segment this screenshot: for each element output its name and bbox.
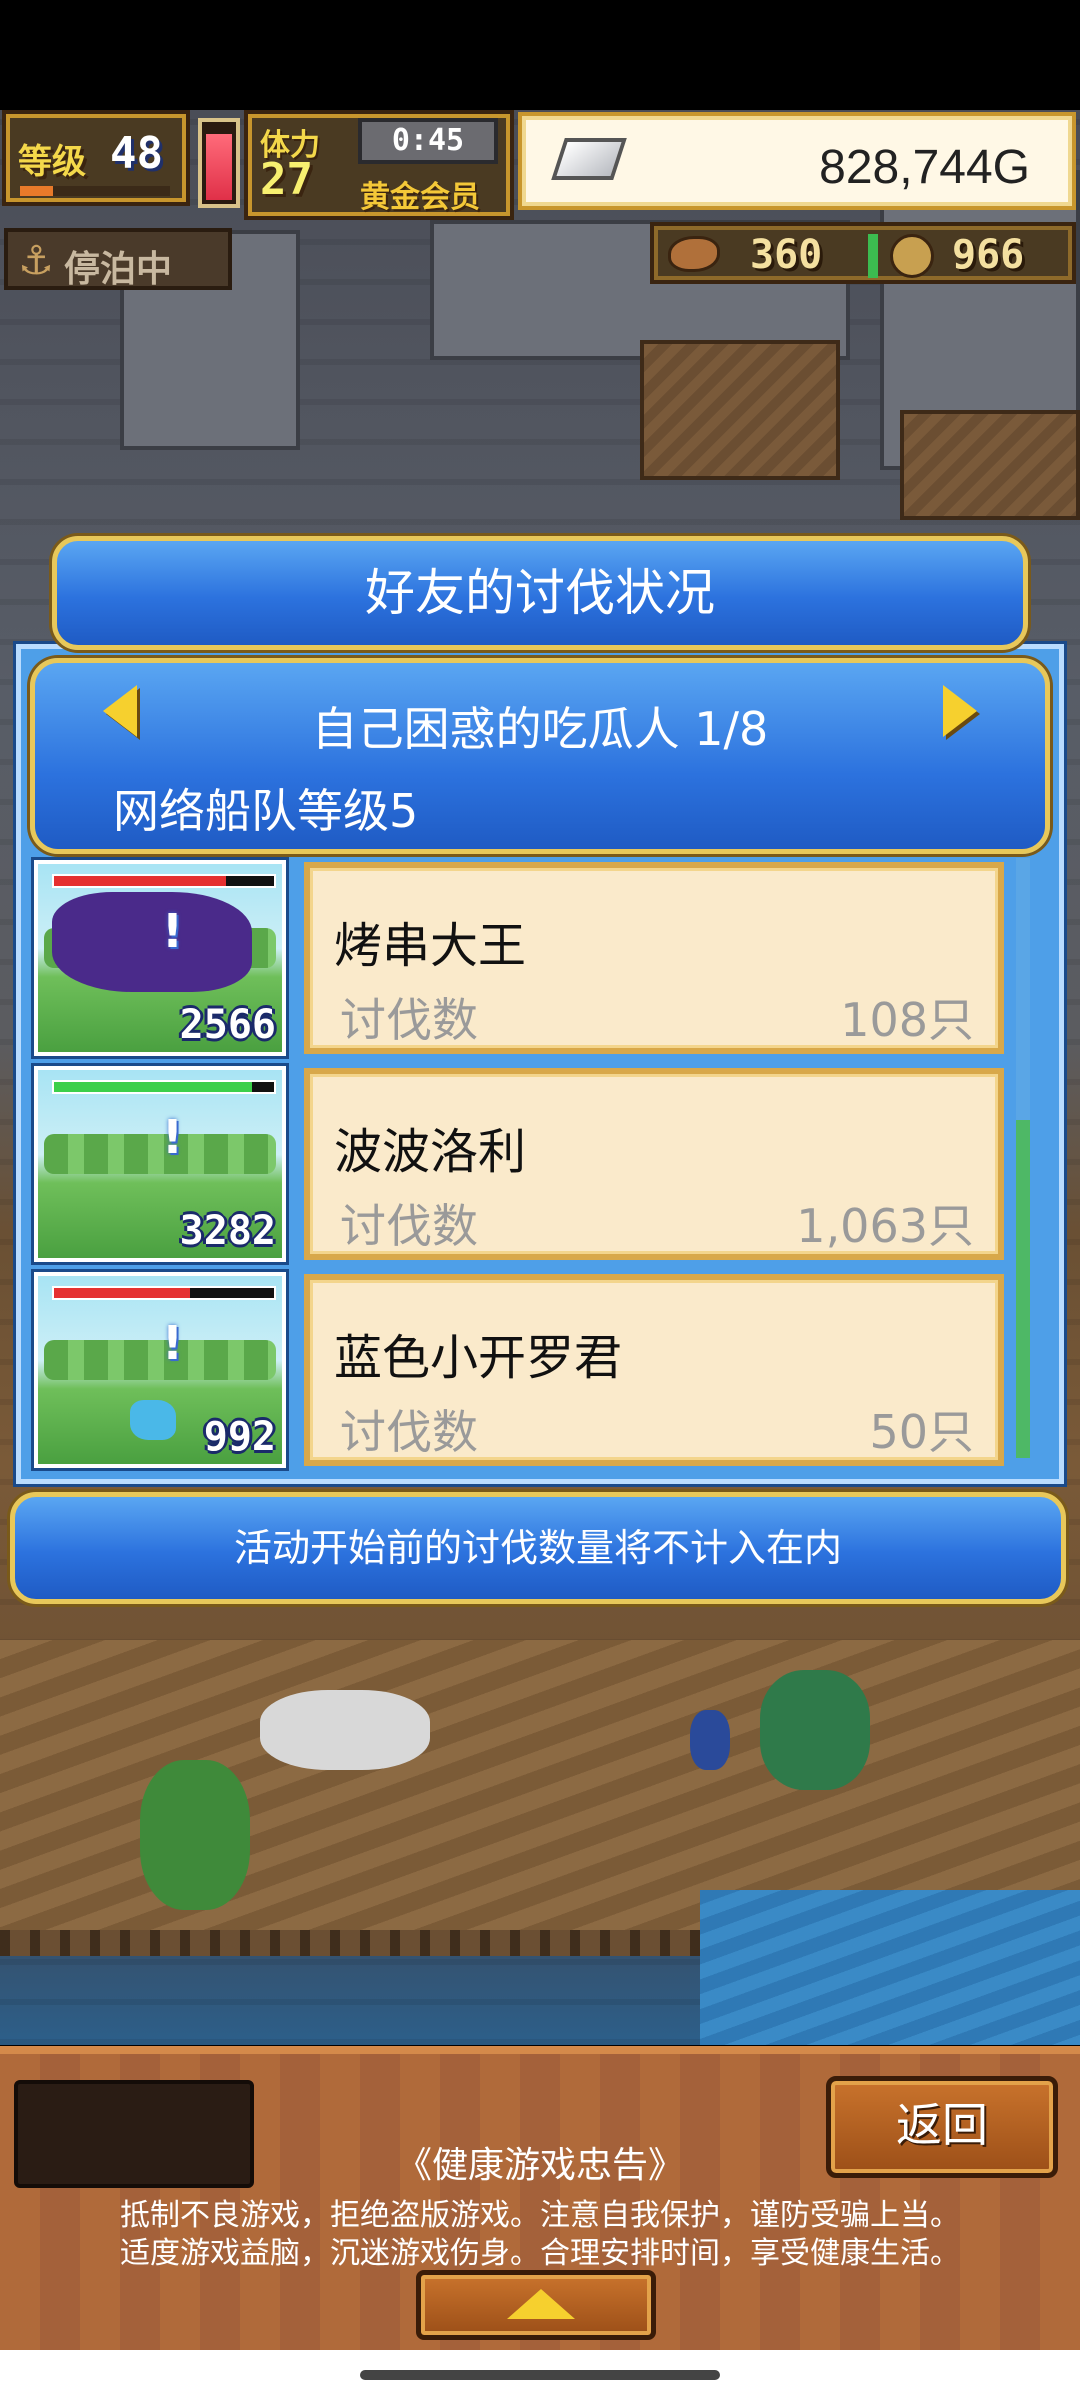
kill-count-value: 108只 bbox=[840, 993, 974, 1047]
player-character-sprite[interactable] bbox=[690, 1710, 730, 1770]
monster-hp-bar bbox=[52, 874, 276, 888]
monster-hp-fill bbox=[54, 1288, 191, 1298]
coin-value: 966 bbox=[952, 232, 1025, 278]
kill-count-value: 1,063只 bbox=[796, 1199, 974, 1253]
list-item[interactable]: ! 3282 波波洛利 讨伐数 1,063只 bbox=[32, 1064, 1032, 1264]
monster-score: 2566 bbox=[179, 1002, 276, 1048]
list-scrollbar-thumb[interactable] bbox=[1016, 1120, 1030, 1458]
friend-list[interactable]: ! 2566 烤串大王 讨伐数 108只 ! 3282 波波洛利 讨伐数 1,0… bbox=[32, 858, 1032, 1474]
dialog-title: 好友的讨伐状况 bbox=[52, 536, 1028, 650]
monster-hp-bar bbox=[52, 1286, 276, 1300]
player-header: 自己困惑的吃瓜人 1/8 网络船队等级5 bbox=[30, 658, 1050, 854]
frog-monster-sprite bbox=[140, 1760, 250, 1910]
membership-badge[interactable]: 黄金会员 bbox=[360, 172, 480, 216]
monster-hp-fill bbox=[54, 876, 226, 886]
alert-icon: ! bbox=[162, 1110, 183, 1164]
kill-count-label: 讨伐数 bbox=[340, 1405, 478, 1459]
food-value: 360 bbox=[750, 232, 823, 278]
monster-score: 3282 bbox=[179, 1208, 276, 1254]
friend-name: 烤串大王 bbox=[334, 918, 527, 974]
level-indicator: 等级 48 bbox=[2, 110, 190, 206]
money-value: 828,744G bbox=[819, 141, 1030, 194]
experience-bar bbox=[20, 186, 170, 196]
health-advice-title: 《健康游戏忠告》 bbox=[395, 2145, 684, 2186]
anchor-icon: ⚓ bbox=[18, 238, 54, 284]
kill-count-label: 讨伐数 bbox=[340, 1199, 478, 1253]
resource-divider bbox=[868, 234, 878, 278]
stamina-gauge-fill bbox=[206, 134, 232, 200]
monster-score: 992 bbox=[203, 1414, 276, 1460]
health-advice-line: 适度游戏益脑，沉迷游戏伤身。合理安排时间，享受健康生活。 bbox=[120, 2236, 960, 2271]
house-roof bbox=[900, 410, 1080, 520]
stamina-gauge bbox=[198, 118, 240, 208]
friend-card[interactable]: 烤串大王 讨伐数 108只 bbox=[304, 862, 1004, 1054]
friend-card[interactable]: 蓝色小开罗君 讨伐数 50只 bbox=[304, 1274, 1004, 1466]
friend-name: 蓝色小开罗君 bbox=[334, 1330, 623, 1386]
kill-count-label: 讨伐数 bbox=[340, 993, 478, 1047]
monster-thumbnail: ! 2566 bbox=[34, 860, 286, 1056]
alert-icon: ! bbox=[162, 904, 183, 958]
money-display: 828,744G bbox=[518, 112, 1076, 210]
monster-hp-fill bbox=[54, 1082, 252, 1092]
friend-name: 波波洛利 bbox=[334, 1124, 527, 1180]
ship-railing bbox=[0, 1930, 760, 1956]
blue-creature-icon bbox=[130, 1400, 176, 1440]
house-roof bbox=[640, 340, 840, 480]
silver-bar-icon bbox=[551, 138, 627, 180]
resource-display: 360 966 bbox=[650, 222, 1076, 284]
friend-card[interactable]: 波波洛利 讨伐数 1,063只 bbox=[304, 1068, 1004, 1260]
fleet-level: 网络船队等级5 bbox=[113, 784, 419, 838]
list-item[interactable]: ! 992 蓝色小开罗君 讨伐数 50只 bbox=[32, 1270, 1032, 1470]
list-item[interactable]: ! 2566 烤串大王 讨伐数 108只 bbox=[32, 858, 1032, 1058]
food-icon bbox=[668, 236, 720, 272]
player-name: 自己困惑的吃瓜人 1/8 bbox=[311, 702, 769, 756]
notice-bar: 活动开始前的讨伐数量将不计入在内 bbox=[10, 1492, 1066, 1604]
expand-menu-button[interactable] bbox=[416, 2270, 656, 2340]
level-value: 48 bbox=[110, 128, 163, 179]
alert-icon: ! bbox=[162, 1316, 183, 1370]
cloud-sprite bbox=[260, 1690, 430, 1770]
dragon-monster-sprite bbox=[760, 1670, 870, 1790]
coin-icon bbox=[890, 234, 934, 278]
sea-water bbox=[700, 1890, 1080, 2045]
trees-background bbox=[44, 1134, 276, 1174]
bat-monster-icon bbox=[52, 892, 252, 992]
monster-thumbnail: ! 3282 bbox=[34, 1066, 286, 1262]
monster-hp-bar bbox=[52, 1080, 276, 1094]
stamina-timer: 0:45 bbox=[358, 118, 498, 164]
level-label: 等级 bbox=[18, 142, 86, 182]
up-arrow-icon bbox=[507, 2289, 575, 2319]
experience-bar-fill bbox=[20, 186, 53, 196]
kill-count-value: 50只 bbox=[869, 1405, 974, 1459]
stamina-value: 27 bbox=[260, 154, 313, 205]
trees-background bbox=[44, 1340, 276, 1380]
stamina-panel: 体力 27 0:45 黄金会员 bbox=[244, 110, 514, 220]
docked-status: ⚓ 停泊中 bbox=[4, 228, 232, 290]
home-indicator[interactable] bbox=[360, 2370, 720, 2380]
docked-label: 停泊中 bbox=[64, 249, 173, 290]
monster-thumbnail: ! 992 bbox=[34, 1272, 286, 1468]
